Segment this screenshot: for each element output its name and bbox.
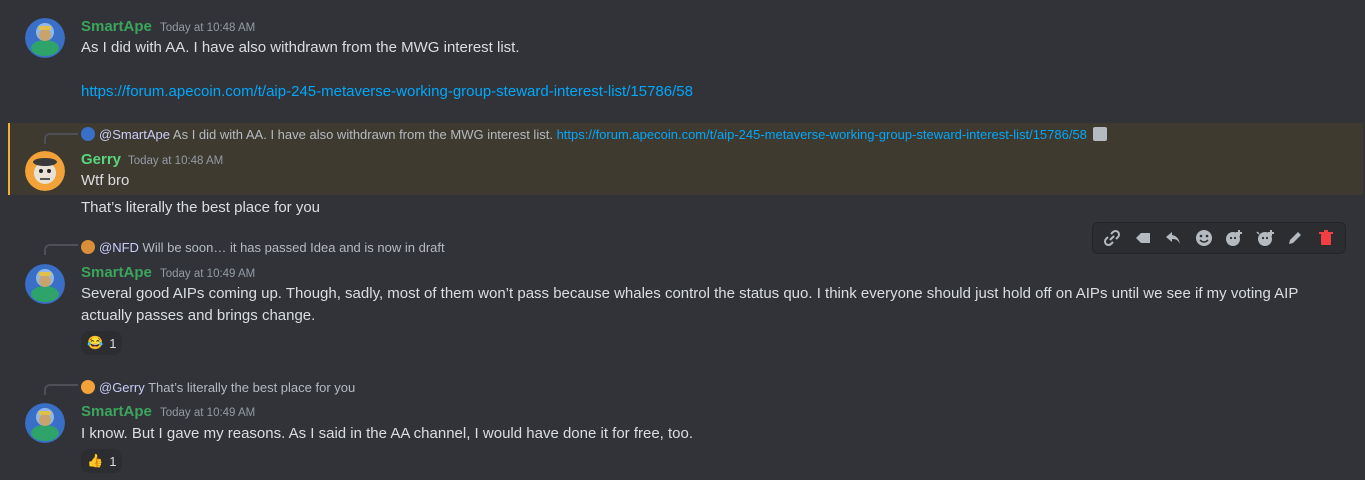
message-text: Several good AIPs coming up. Though, sad…	[81, 285, 1299, 302]
delete-icon[interactable]	[1314, 226, 1338, 250]
add-reaction-icon[interactable]	[1222, 226, 1246, 250]
tag-icon[interactable]	[1131, 226, 1155, 250]
thumbs-up-emoji-icon: 👍	[87, 453, 104, 468]
add-super-reaction-icon[interactable]	[1253, 226, 1277, 250]
image-icon	[1092, 127, 1107, 141]
reply-mention[interactable]: @SmartApe	[99, 127, 170, 142]
reaction-chip[interactable]: 👍 1	[81, 449, 123, 473]
message-text: As I did with AA. I have also withdrawn …	[81, 39, 520, 56]
username[interactable]: Gerry	[81, 151, 121, 168]
reply-preview[interactable]: @Gerry That’s literally the best place f…	[81, 380, 355, 395]
message-text: I know. But I gave my reasons. As I said…	[81, 425, 694, 442]
username[interactable]: SmartApe	[81, 403, 152, 420]
edit-icon[interactable]	[1283, 226, 1307, 250]
message-link[interactable]: https://forum.apecoin.com/t/aip-245-meta…	[81, 81, 693, 103]
reaction-count: 1	[109, 335, 117, 351]
timestamp: Today at 10:48 AM	[160, 22, 256, 34]
reply-mention[interactable]: @Gerry	[99, 380, 145, 395]
reply-preview[interactable]: @SmartApe As I did with AA. I have also …	[81, 127, 1107, 142]
mini-avatar	[81, 127, 95, 141]
reply-spine	[44, 384, 78, 395]
timestamp: Today at 10:48 AM	[128, 155, 224, 167]
reply-icon[interactable]	[1161, 226, 1185, 250]
reply-link[interactable]: https://forum.apecoin.com/t/aip-245-meta…	[557, 127, 1087, 142]
username[interactable]: SmartApe	[81, 264, 152, 281]
reply-mention[interactable]: @NFD	[99, 240, 139, 255]
avatar-gerry[interactable]	[25, 151, 65, 191]
message-toolbar	[1092, 222, 1346, 254]
reply-spine	[44, 133, 78, 144]
avatar-smartape[interactable]	[25, 18, 65, 58]
reaction-count: 1	[109, 453, 117, 469]
avatar-smartape[interactable]	[25, 264, 65, 304]
reply-text: As I did with AA. I have also withdrawn …	[172, 127, 553, 142]
reply-spine	[44, 244, 78, 255]
message-text: Wtf bro	[81, 172, 130, 189]
reply-preview[interactable]: @NFD Will be soon… it has passed Idea an…	[81, 240, 445, 255]
reaction-chip[interactable]: 😂 1	[81, 331, 123, 355]
laughing-emoji-icon: 😂	[87, 335, 104, 350]
timestamp: Today at 10:49 AM	[160, 407, 256, 419]
emoji-icon[interactable]	[1192, 226, 1216, 250]
mini-avatar	[81, 380, 95, 394]
username[interactable]: SmartApe	[81, 18, 152, 35]
link-icon[interactable]	[1100, 226, 1124, 250]
reply-text: That’s literally the best place for you	[148, 380, 356, 395]
avatar-smartape[interactable]	[25, 403, 65, 443]
mini-avatar	[81, 240, 95, 254]
message-text: That’s literally the best place for you	[81, 199, 321, 216]
message-text: actually passes and brings change.	[81, 307, 316, 324]
timestamp: Today at 10:49 AM	[160, 268, 256, 280]
reply-text: Will be soon… it has passed Idea and is …	[142, 240, 445, 255]
